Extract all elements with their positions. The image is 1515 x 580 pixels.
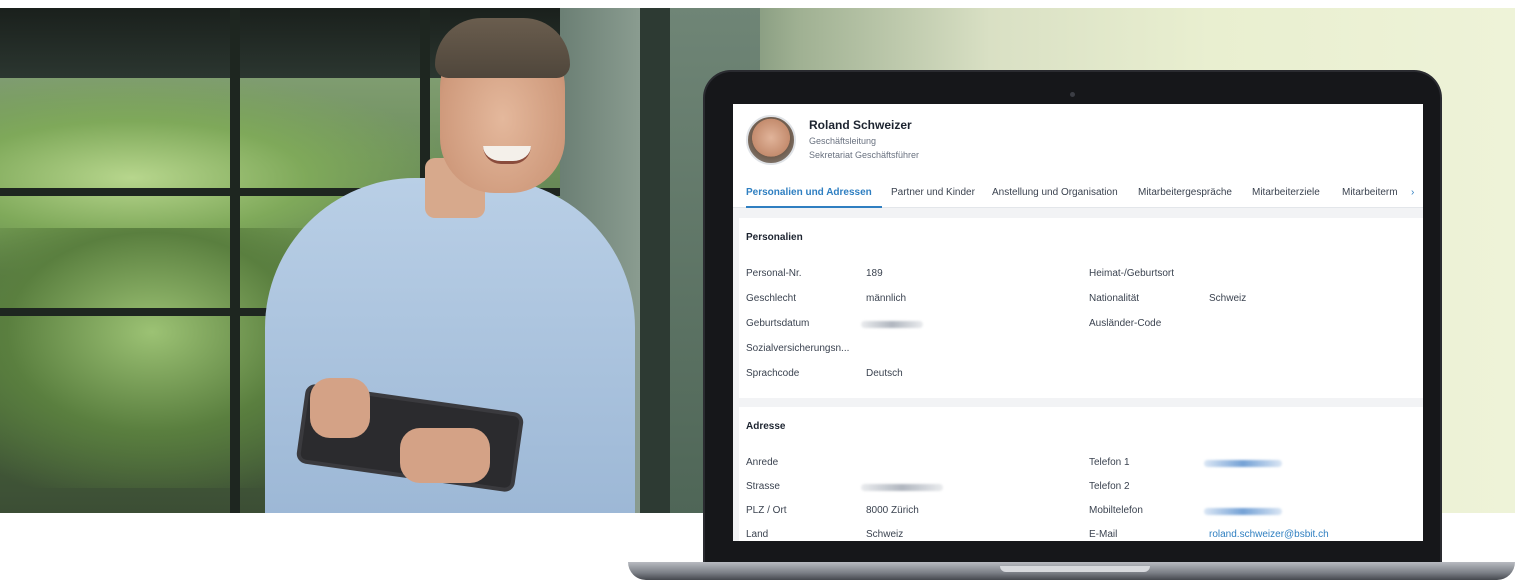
field-label: E-Mail: [1089, 529, 1118, 540]
field-label: Ausländer-Code: [1089, 318, 1162, 329]
field-label: Geschlecht: [746, 293, 797, 304]
laptop: Roland Schweizer Geschäftsleitung Sekret…: [705, 72, 1440, 568]
active-tab-indicator: [746, 206, 882, 208]
tab-mitarbeitergespraeche[interactable]: Mitarbeitergespräche: [1138, 187, 1232, 198]
field-value: Schweiz: [866, 529, 904, 540]
field-value: 8000 Zürich: [866, 505, 919, 516]
laptop-notch: [1000, 566, 1150, 572]
employee-department: Sekretariat Geschäftsführer: [809, 150, 920, 160]
redacted-value: [861, 321, 923, 328]
marketing-scene: Roland Schweizer Geschäftsleitung Sekret…: [0, 0, 1515, 580]
field-label: Mobiltelefon: [1089, 505, 1143, 516]
email-link[interactable]: roland.schweizer@bsbit.ch: [1209, 529, 1329, 540]
laptop-screen: Roland Schweizer Geschäftsleitung Sekret…: [733, 104, 1423, 541]
redacted-value: [1204, 508, 1282, 515]
field-label: Land: [746, 529, 769, 540]
field-value: 189: [866, 268, 883, 279]
employee-name: Roland Schweizer: [809, 118, 912, 132]
camera-icon: [1070, 92, 1075, 97]
redacted-value: [1204, 460, 1282, 467]
employee-header: Roland Schweizer Geschäftsleitung Sekret…: [733, 104, 1423, 208]
tab-mitarbeiterm[interactable]: Mitarbeiterm: [1342, 187, 1404, 198]
field-label: Sozialversicherungsn...: [746, 343, 850, 354]
tab-mitarbeiterziele[interactable]: Mitarbeiterziele: [1252, 187, 1320, 198]
person-photo: [0, 8, 640, 513]
tab-personalien-adressen[interactable]: Personalien und Adressen: [746, 187, 872, 198]
photo-window-frame: [230, 8, 240, 513]
section-title: Adresse: [746, 421, 786, 432]
person-hand: [400, 428, 490, 483]
tab-partner-kinder[interactable]: Partner und Kinder: [891, 187, 975, 198]
field-label: Telefon 1: [1089, 457, 1130, 468]
avatar: [746, 115, 796, 165]
field-label: Personal-Nr.: [746, 268, 802, 279]
field-label: Sprachcode: [746, 368, 800, 379]
field-label: Heimat-/Geburtsort: [1089, 268, 1175, 279]
window-frame: [640, 8, 670, 513]
field-value: Deutsch: [866, 368, 903, 379]
person-hand: [310, 378, 370, 438]
section-title: Personalien: [746, 232, 803, 243]
person-hair: [435, 18, 570, 78]
field-value: Schweiz: [1209, 293, 1247, 304]
field-label: Strasse: [746, 481, 780, 492]
field-label: Geburtsdatum: [746, 318, 810, 329]
chevron-right-icon[interactable]: ›: [1411, 187, 1414, 198]
tab-anstellung-organisation[interactable]: Anstellung und Organisation: [992, 187, 1118, 198]
employee-role: Geschäftsleitung: [809, 136, 877, 146]
field-label: PLZ / Ort: [746, 505, 787, 516]
field-label: Telefon 2: [1089, 481, 1130, 492]
redacted-value: [861, 484, 943, 491]
field-label: Anrede: [746, 457, 779, 468]
field-value: männlich: [866, 293, 907, 304]
tab-bar: Personalien und Adressen Partner und Kin…: [733, 182, 1423, 208]
field-label: Nationalität: [1089, 293, 1140, 304]
adresse-card: Adresse Anrede Strasse PLZ / Ort 8000 Zü…: [739, 407, 1423, 541]
personalien-card: Personalien Personal-Nr. 189 Geschlecht …: [739, 218, 1423, 398]
